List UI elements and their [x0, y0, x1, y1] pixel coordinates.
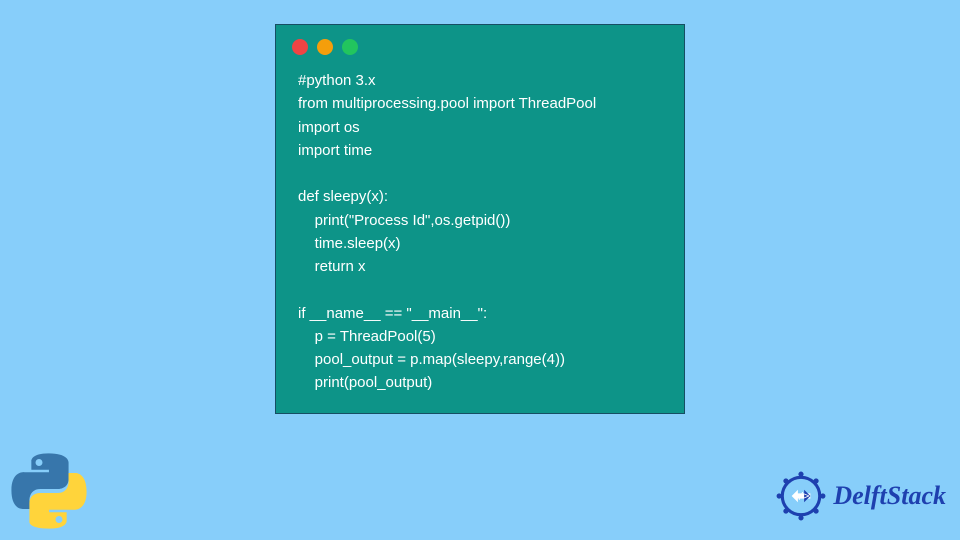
brand-badge: </> DelftStack — [775, 470, 946, 522]
window-controls — [276, 25, 684, 61]
python-logo-icon — [10, 452, 88, 530]
svg-text:</>: </> — [793, 491, 810, 502]
delftstack-gear-icon: </> — [775, 470, 827, 522]
code-block: #python 3.x from multiprocessing.pool im… — [276, 61, 684, 395]
brand-name: DelftStack — [833, 481, 946, 511]
code-window: #python 3.x from multiprocessing.pool im… — [275, 24, 685, 414]
maximize-icon — [342, 39, 358, 55]
minimize-icon — [317, 39, 333, 55]
close-icon — [292, 39, 308, 55]
